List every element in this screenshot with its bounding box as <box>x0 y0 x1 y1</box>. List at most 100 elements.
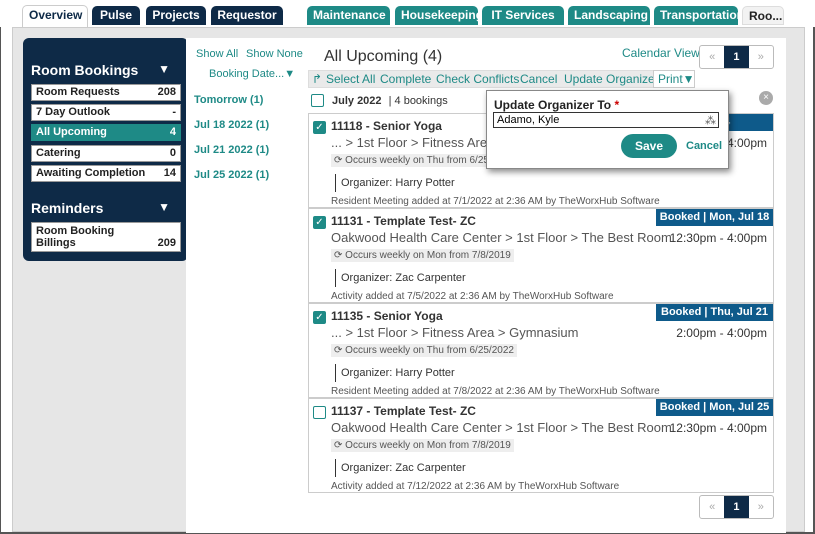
booking-time: 12:30pm - 4:00pm <box>669 231 767 245</box>
sidebar-item-catering[interactable]: Catering 0 <box>31 145 181 162</box>
group-label: July 2022 | 4 bookings <box>332 95 448 107</box>
cancel-button[interactable]: Cancel <box>686 140 722 152</box>
booking-organizer: Organizer: Harry Potter <box>335 364 455 382</box>
booking-location: Oakwood Health Care Center > 1st Floor >… <box>331 420 672 435</box>
status-badge: Booked | Thu, Jul 21 <box>656 304 773 321</box>
pager-prev-button[interactable]: « <box>700 46 724 68</box>
organizer-input[interactable] <box>493 112 719 128</box>
date-filter-tomorrow[interactable]: Tomorrow (1) <box>194 94 263 106</box>
booking-added-note: Activity added at 7/5/2022 at 2:36 AM by… <box>331 291 614 302</box>
calendar-view-link[interactable]: Calendar View <box>622 46 700 60</box>
sidebar-item-label: 7 Day Outlook <box>36 106 110 118</box>
booking-time: 12:30pm - 4:00pm <box>669 421 767 435</box>
sidebar-item-7-day-outlook[interactable]: 7 Day Outlook - <box>31 104 181 121</box>
required-mark: * <box>614 98 620 112</box>
booking-title[interactable]: 11135 - Senior Yoga <box>331 309 443 323</box>
booking-organizer: Organizer: Harry Potter <box>335 174 455 192</box>
update-organizer-label: Update Organizer To * <box>494 98 620 112</box>
status-badge: Booked | Mon, Jul 18 <box>656 209 773 226</box>
page-title: All Upcoming (4) <box>324 48 443 65</box>
booking-recurrence: ⟳ Occurs weekly on Thu from 6/25/2022 <box>331 344 517 357</box>
save-button[interactable]: Save <box>621 134 677 158</box>
booking-card[interactable]: ✓ 11135 - Senior Yoga ... > 1st Floor > … <box>308 303 774 398</box>
tab-requestor[interactable]: Requestor <box>211 6 283 25</box>
booking-added-note: Resident Meeting added at 7/1/2022 at 2:… <box>331 196 660 207</box>
collapse-arrow-icon[interactable]: ▼ <box>158 200 170 214</box>
tab-transportation[interactable]: Transportation <box>654 6 738 25</box>
booking-checkbox[interactable]: ✓ <box>313 121 326 134</box>
complete-button[interactable]: Complete <box>380 72 431 86</box>
sidebar-item-awaiting-completion[interactable]: Awaiting Completion 14 <box>31 165 181 182</box>
pager-next-button[interactable]: » <box>749 496 773 518</box>
date-filter-jul-25[interactable]: Jul 25 2022 (1) <box>194 169 269 181</box>
pager-page-button[interactable]: 1 <box>724 46 749 68</box>
tab-maintenance[interactable]: Maintenance <box>307 6 390 25</box>
group-month: July 2022 <box>332 95 382 107</box>
tab-pulse[interactable]: Pulse <box>92 6 140 25</box>
sidebar-item-label: Room Requests <box>36 86 120 98</box>
tab-projects[interactable]: Projects <box>146 6 206 25</box>
booking-location: Oakwood Health Care Center > 1st Floor >… <box>331 230 672 245</box>
booking-checkbox[interactable]: ✓ <box>313 311 326 324</box>
clear-icon[interactable]: × <box>759 91 773 105</box>
booking-checkbox[interactable] <box>313 406 326 419</box>
booking-organizer: Organizer: Zac Carpenter <box>335 459 466 477</box>
booking-card[interactable]: 11137 - Template Test- ZC Oakwood Health… <box>308 398 774 493</box>
recurrence-icon: ⟳ <box>334 440 343 451</box>
tab-landscaping[interactable]: Landscaping <box>568 6 650 25</box>
update-organizer-button[interactable]: Update Organizer <box>564 72 659 86</box>
tab-it-services[interactable]: IT Services <box>482 6 564 25</box>
recurrence-icon: ⟳ <box>334 345 343 356</box>
sidebar: Room Bookings ▼ Room Requests 208 7 Day … <box>23 38 188 261</box>
module-tabs: Overview Pulse Projects Requestor Mainte… <box>0 0 815 27</box>
collapse-arrow-icon[interactable]: ▼ <box>158 62 170 76</box>
sidebar-item-all-upcoming[interactable]: All Upcoming 4 <box>31 124 181 141</box>
pager-prev-button[interactable]: « <box>700 496 724 518</box>
sidebar-item-count: 209 <box>157 237 176 249</box>
booking-title[interactable]: 11137 - Template Test- ZC <box>331 404 476 418</box>
sidebar-item-label: Catering <box>36 147 81 159</box>
show-none-link[interactable]: Show None <box>246 48 303 60</box>
sidebar-item-count: 14 <box>163 167 176 179</box>
loading-spinner-icon: ⁂ <box>705 115 716 127</box>
pager-bottom: « 1 » <box>699 495 774 519</box>
print-button[interactable]: Print▼ <box>653 70 695 88</box>
sidebar-item-count: 4 <box>169 126 176 138</box>
sidebar-item-label: All Upcoming <box>36 126 107 138</box>
booking-added-note: Resident Meeting added at 7/8/2022 at 2:… <box>331 386 660 397</box>
booking-date-sort[interactable]: Booking Date...▼ <box>209 68 295 80</box>
booking-added-note: Activity added at 7/12/2022 at 2:36 AM b… <box>331 481 620 492</box>
sidebar-item-label: Awaiting Completion <box>36 167 146 179</box>
tab-housekeeping[interactable]: Housekeeping <box>395 6 478 25</box>
date-filter-jul-18[interactable]: Jul 18 2022 (1) <box>194 119 269 131</box>
sidebar-item-count: 0 <box>169 147 176 159</box>
sidebar-item-room-requests[interactable]: Room Requests 208 <box>31 84 181 101</box>
booking-location: ... > 1st Floor > Fitness Area > <box>331 135 506 150</box>
pager-top: « 1 » <box>699 45 774 69</box>
update-organizer-popup: Update Organizer To * ⁂ Save Cancel <box>486 90 729 169</box>
pager-next-button[interactable]: » <box>749 46 773 68</box>
select-all-icon[interactable]: ↱ <box>312 72 322 86</box>
booking-time: 2:00pm - 4:00pm <box>676 326 767 340</box>
tab-rooms[interactable]: Roo... <box>742 6 784 25</box>
show-all-link[interactable]: Show All <box>196 48 238 60</box>
sidebar-item-room-booking-billings[interactable]: Room Booking Billings 209 <box>31 222 181 252</box>
status-badge: Booked | Mon, Jul 25 <box>656 399 773 416</box>
booking-title[interactable]: 11118 - Senior Yoga <box>331 119 442 133</box>
cancel-booking-button[interactable]: Cancel <box>520 72 557 86</box>
group-count: | 4 bookings <box>388 95 448 107</box>
select-all-button[interactable]: Select All <box>326 72 375 86</box>
date-filter-jul-21[interactable]: Jul 21 2022 (1) <box>194 144 269 156</box>
group-select-checkbox[interactable] <box>311 94 324 107</box>
recurrence-icon: ⟳ <box>334 155 343 166</box>
pager-page-button[interactable]: 1 <box>724 496 749 518</box>
check-conflicts-button[interactable]: Check Conflicts <box>436 72 519 86</box>
booking-checkbox[interactable]: ✓ <box>313 216 326 229</box>
reminders-heading: Reminders <box>31 200 104 216</box>
booking-title[interactable]: 11131 - Template Test- ZC <box>331 214 476 228</box>
booking-card[interactable]: ✓ 11131 - Template Test- ZC Oakwood Heal… <box>308 208 774 303</box>
tab-overview[interactable]: Overview <box>22 5 88 27</box>
sidebar-item-label: Room Booking Billings <box>36 225 115 249</box>
room-bookings-heading: Room Bookings <box>31 62 139 78</box>
date-filter-column: Show All Show None Booking Date...▼ Tomo… <box>186 38 304 533</box>
